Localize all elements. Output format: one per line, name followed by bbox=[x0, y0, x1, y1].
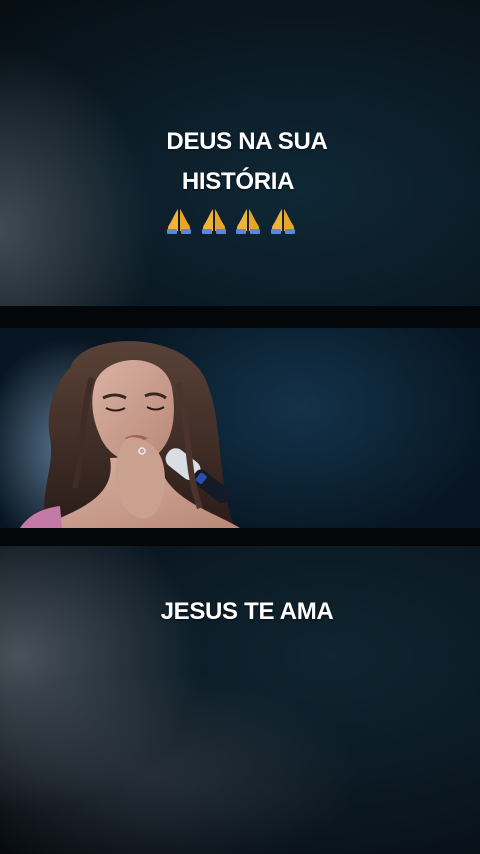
bottom-background bbox=[0, 546, 480, 854]
folded-hands-icon bbox=[167, 209, 191, 234]
letterbox-bar-top bbox=[0, 306, 480, 328]
folded-hands-icon bbox=[236, 209, 261, 234]
singer-image bbox=[0, 338, 240, 528]
praying-hands-row bbox=[164, 203, 298, 235]
letterbox-bar-bottom bbox=[0, 528, 480, 546]
video-frame[interactable] bbox=[0, 328, 480, 528]
caption-deus-na-sua: DEUS NA SUA bbox=[166, 128, 328, 155]
folded-hands-icon bbox=[270, 209, 295, 234]
caption-jesus-te-ama: JESUS TE AMA bbox=[160, 598, 334, 625]
folded-hands-icon bbox=[201, 209, 226, 234]
caption-historia: HISTÓRIA bbox=[181, 168, 295, 195]
